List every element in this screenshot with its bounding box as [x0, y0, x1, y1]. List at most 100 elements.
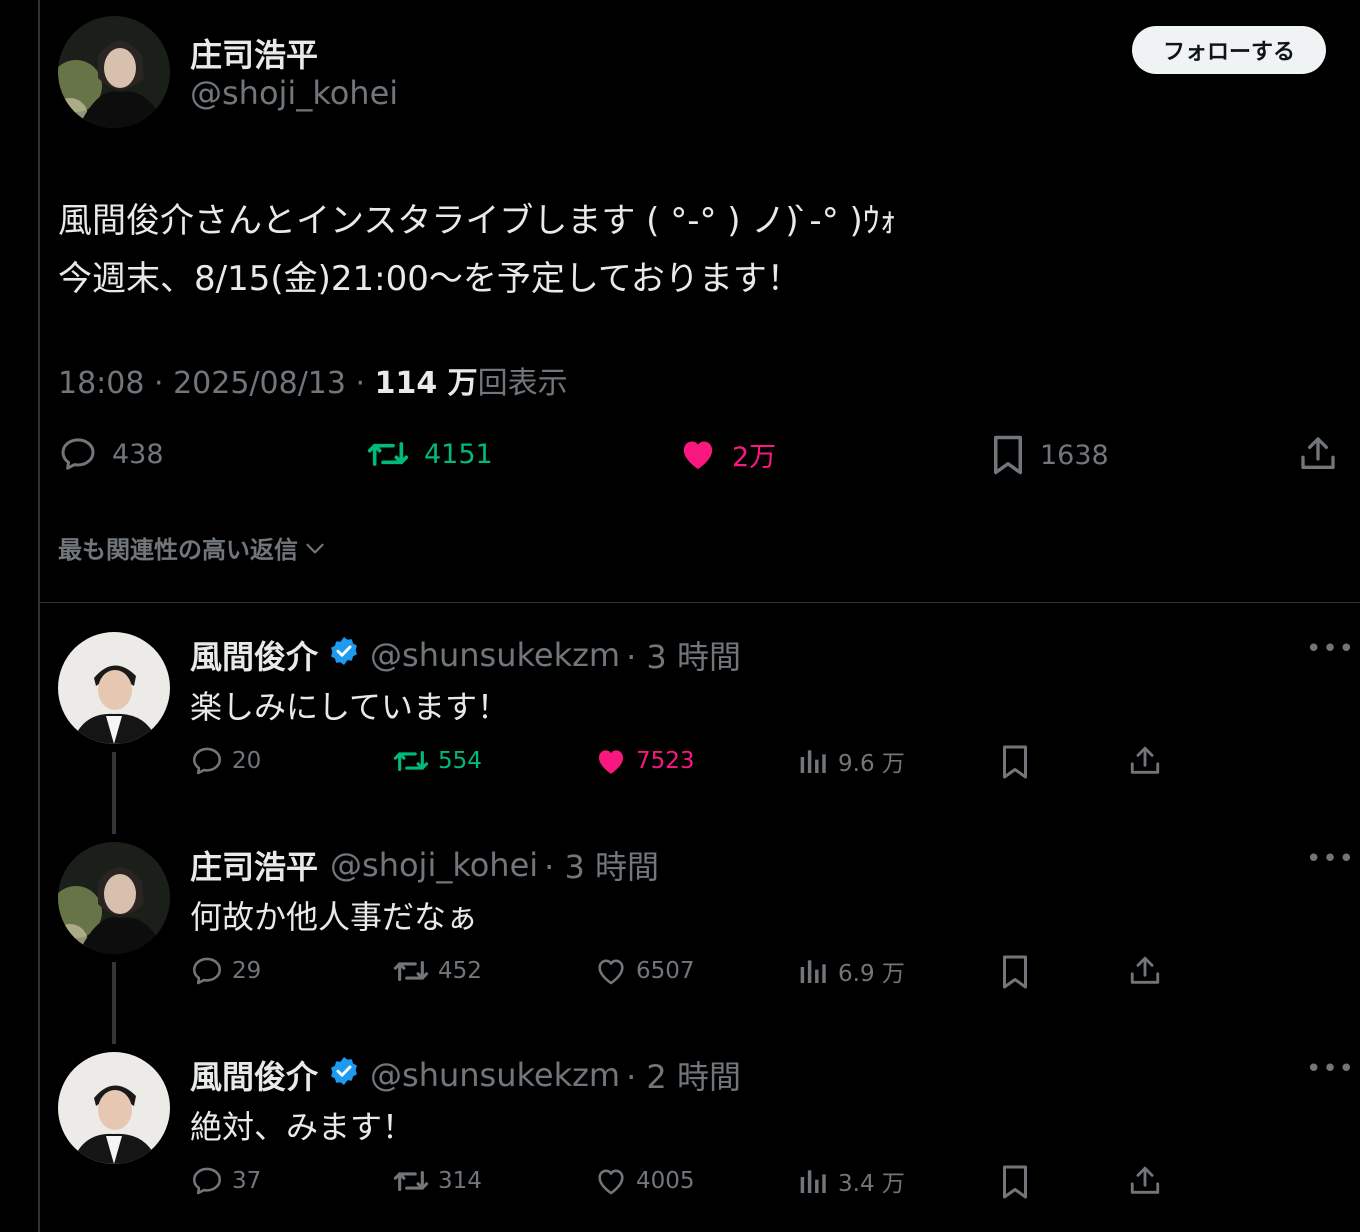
reply-avatar[interactable] — [58, 632, 170, 744]
repost-icon — [393, 1170, 429, 1192]
thread-connector — [112, 752, 116, 834]
repost-button[interactable]: 4151 — [366, 434, 493, 474]
view-count: 114 万 — [374, 366, 478, 401]
reply-avatar[interactable] — [58, 842, 170, 954]
column-left-border — [38, 0, 40, 1232]
author-handle[interactable]: @shoji_kohei — [190, 74, 398, 112]
like-button[interactable]: 2万 — [678, 434, 776, 474]
reply-timestamp[interactable]: · 3 時間 — [544, 842, 659, 888]
repost-icon — [393, 750, 429, 772]
verified-badge-icon — [328, 635, 360, 675]
like-count: 6507 — [636, 958, 695, 984]
thread-connector — [112, 962, 116, 1044]
reply-count: 37 — [232, 1168, 262, 1194]
repost-count: 452 — [438, 958, 482, 984]
reply-views-button[interactable]: 9.6 万 — [798, 744, 905, 778]
view-count: 3.4 万 — [838, 1171, 905, 1197]
reply-author-name[interactable]: 風間俊介 — [190, 632, 318, 678]
reply-share-button[interactable] — [1128, 954, 1162, 988]
repost-count: 4151 — [424, 438, 493, 470]
reply-header: 庄司浩平 @shoji_kohei · 3 時間 — [190, 842, 659, 888]
heart-icon — [598, 959, 624, 985]
reply-avatar[interactable] — [58, 1052, 170, 1164]
author-name[interactable]: 庄司浩平 — [190, 30, 318, 76]
view-count: 9.6 万 — [838, 751, 905, 777]
reply-button[interactable]: 438 — [58, 434, 164, 474]
reply-text: 楽しみにしています！ — [190, 688, 510, 726]
reply-views-button[interactable]: 3.4 万 — [798, 1164, 905, 1198]
reply-count: 438 — [112, 438, 164, 470]
reply-header: 風間俊介 @shunsukekzm · 2 時間 — [190, 1052, 741, 1098]
reply-bookmark-button[interactable] — [1000, 744, 1030, 780]
views-chart-icon — [800, 1170, 826, 1193]
repost-icon — [367, 442, 409, 466]
reply-reply-button[interactable]: 20 — [190, 744, 261, 778]
heart-icon — [598, 1169, 624, 1195]
reply-icon — [192, 747, 222, 775]
heart-filled-icon — [683, 441, 713, 469]
like-count: 4005 — [636, 1168, 695, 1194]
post-text-line-2: 今週末、8/15(金)21:00～を予定しております！ — [58, 259, 801, 299]
reply-timestamp[interactable]: · 2 時間 — [626, 1052, 741, 1098]
follow-button[interactable]: フォローする — [1132, 26, 1326, 74]
reply-views-button[interactable]: 6.9 万 — [798, 954, 905, 988]
views-chart-icon — [800, 960, 826, 983]
reply-like-button[interactable]: 4005 — [594, 1164, 695, 1198]
reply-author-handle[interactable]: @shoji_kohei — [330, 846, 538, 884]
share-icon — [1130, 746, 1160, 774]
share-icon — [1130, 1166, 1160, 1194]
section-divider — [40, 602, 1360, 603]
reply-repost-button[interactable]: 452 — [392, 954, 482, 988]
more-options-icon[interactable]: ••• — [1306, 634, 1355, 664]
reply-repost-button[interactable]: 314 — [392, 1164, 482, 1198]
reply-icon — [192, 957, 222, 985]
post-meta: 18:08 · 2025/08/13 · 114 万回表示 — [58, 358, 568, 402]
view-count-label: 回表示 — [477, 366, 568, 401]
reply-header: 風間俊介 @shunsukekzm · 3 時間 — [190, 632, 741, 678]
reply-repost-button[interactable]: 554 — [392, 744, 482, 778]
reply-author-name[interactable]: 庄司浩平 — [190, 842, 318, 888]
share-icon — [1301, 437, 1335, 469]
share-button[interactable] — [1298, 434, 1338, 474]
reply-bookmark-button[interactable] — [1000, 1164, 1030, 1200]
repost-count: 554 — [438, 748, 482, 774]
reply-count: 29 — [232, 958, 262, 984]
bookmark-count: 1638 — [1040, 439, 1109, 471]
reply-text: 何故か他人事だなぁ — [190, 898, 479, 936]
reply-reply-button[interactable]: 37 — [190, 1164, 261, 1198]
heart-filled-icon — [598, 750, 624, 774]
bookmark-icon — [994, 435, 1022, 475]
reply-like-button[interactable]: 6507 — [594, 954, 695, 988]
views-chart-icon — [800, 750, 826, 773]
reply-reply-button[interactable]: 29 — [190, 954, 261, 988]
post-text-line-1: 風間俊介さんとインスタライブします ( °-° ) ノ) ̀-° )ｳｫ — [58, 201, 897, 241]
reply-author-name[interactable]: 風間俊介 — [190, 1052, 318, 1098]
reply-like-button[interactable]: 7523 — [594, 744, 695, 778]
reply-bookmark-button[interactable] — [1000, 954, 1030, 990]
reply-count: 20 — [232, 748, 262, 774]
more-options-icon[interactable]: ••• — [1306, 844, 1355, 874]
reply-sort-dropdown[interactable]: 最も関連性の高い返信 — [58, 530, 328, 565]
reply-icon — [192, 1167, 222, 1195]
reply-share-button[interactable] — [1128, 1164, 1162, 1198]
reply-icon — [61, 438, 95, 470]
verified-badge-icon — [328, 1055, 360, 1095]
reply-timestamp[interactable]: · 3 時間 — [626, 632, 741, 678]
author-avatar[interactable] — [58, 16, 170, 128]
like-count: 7523 — [636, 748, 695, 774]
bookmark-icon — [1003, 1165, 1027, 1199]
reply-author-handle[interactable]: @shunsukekzm — [370, 1056, 620, 1094]
post-timestamp[interactable]: 18:08 · 2025/08/13 · — [58, 366, 375, 401]
bookmark-icon — [1003, 745, 1027, 779]
reply-author-handle[interactable]: @shunsukekzm — [370, 636, 620, 674]
more-options-icon[interactable]: ••• — [1306, 1054, 1355, 1084]
reply-sort-label: 最も関連性の高い返信 — [58, 536, 298, 564]
reply-share-button[interactable] — [1128, 744, 1162, 778]
bookmark-button[interactable]: 1638 — [990, 434, 1109, 476]
repost-icon — [393, 960, 429, 982]
chevron-down-icon — [306, 543, 324, 553]
share-icon — [1130, 956, 1160, 984]
reply-text: 絶対、みます！ — [190, 1108, 415, 1146]
view-count: 6.9 万 — [838, 961, 905, 987]
repost-count: 314 — [438, 1168, 482, 1194]
